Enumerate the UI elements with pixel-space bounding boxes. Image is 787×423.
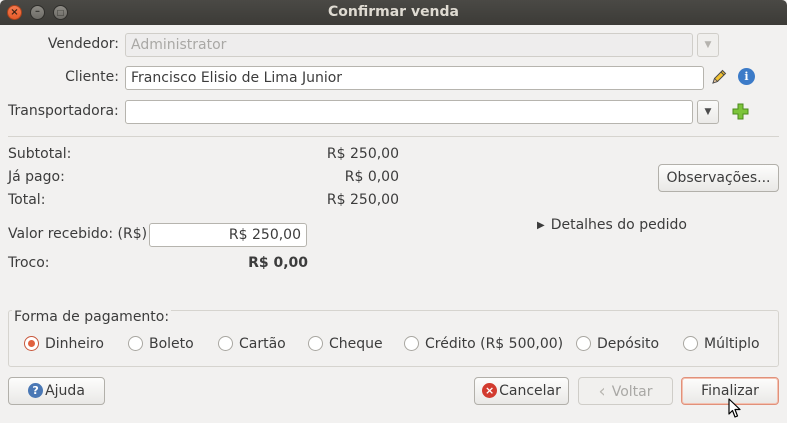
payment-option-label: Cheque (329, 336, 383, 352)
cancel-icon: × (482, 382, 498, 398)
chevron-down-icon: ▼ (704, 40, 712, 50)
transportadora-label: Transportadora: (8, 103, 119, 119)
radio-icon (683, 335, 698, 351)
transportadora-dropdown-button[interactable]: ▼ (697, 100, 719, 124)
payment-frame-title: Forma de pagamento: (12, 309, 172, 325)
help-icon: ? (28, 382, 44, 398)
add-transportadora-button[interactable] (731, 102, 750, 121)
troco-label: Troco: (8, 255, 50, 271)
voltar-button[interactable]: ‹ Voltar (578, 377, 673, 405)
subtotal-label: Subtotal: (8, 146, 72, 162)
cancelar-button[interactable]: × Cancelar (474, 377, 569, 405)
radio-selected-icon (24, 335, 39, 351)
ajuda-button[interactable]: ? Ajuda (8, 377, 105, 405)
troco-value: R$ 0,00 (248, 255, 308, 271)
vendedor-label: Vendedor: (47, 36, 119, 52)
total-value: R$ 250,00 (326, 192, 399, 208)
pencil-icon (712, 69, 727, 84)
detalhes-label: Detalhes do pedido (550, 217, 687, 233)
payment-option-multiplo[interactable]: Múltiplo (683, 335, 760, 354)
radio-icon (218, 335, 233, 351)
payment-option-label: Boleto (149, 336, 194, 352)
radio-icon (308, 335, 323, 351)
ajuda-label: Ajuda (45, 383, 85, 399)
window-titlebar: × – □ Confirmar venda (0, 0, 787, 25)
cliente-label: Cliente: (65, 69, 119, 85)
info-icon: i (738, 68, 755, 85)
cancelar-label: Cancelar (499, 383, 561, 399)
voltar-label: Voltar (611, 384, 653, 400)
radio-icon (128, 335, 143, 351)
payment-option-label: Cartão (239, 336, 286, 352)
chevron-down-icon: ▼ (704, 107, 712, 117)
valor-recebido-label: Valor recebido: (R$) (8, 226, 148, 242)
payment-option-deposito[interactable]: Depósito (576, 335, 660, 354)
plus-icon (732, 103, 749, 120)
vendedor-combo-field: Administrator (125, 33, 693, 57)
payment-option-label: Depósito (597, 336, 660, 352)
separator (8, 136, 779, 137)
payment-option-label: Múltiplo (704, 336, 760, 352)
valor-recebido-input[interactable]: R$ 250,00 (149, 223, 307, 247)
edit-client-button[interactable] (710, 68, 728, 86)
ja-pago-label: Já pago: (8, 169, 65, 185)
payment-option-boleto[interactable]: Boleto (128, 335, 194, 354)
window-title: Confirmar venda (327, 4, 459, 20)
mouse-cursor-icon (728, 398, 741, 418)
radio-icon (576, 335, 591, 351)
payment-option-cheque[interactable]: Cheque (308, 335, 383, 354)
payment-option-dinheiro[interactable]: Dinheiro (24, 335, 104, 354)
client-info-button[interactable]: i (738, 68, 757, 86)
transportadora-input[interactable] (125, 100, 693, 124)
payment-option-label: Crédito (R$ 500,00) (425, 336, 564, 352)
payment-option-credito[interactable]: Crédito (R$ 500,00) (404, 335, 564, 354)
subtotal-value: R$ 250,00 (326, 146, 399, 162)
back-arrow-icon: ‹ (598, 381, 606, 402)
cliente-input[interactable]: Francisco Elisio de Lima Junior (125, 66, 704, 90)
vendedor-dropdown-button: ▼ (697, 33, 719, 57)
radio-icon (404, 335, 419, 351)
ja-pago-value: R$ 0,00 (344, 169, 399, 185)
detalhes-do-pedido-expander[interactable]: ▶ Detalhes do pedido (537, 217, 687, 233)
payment-option-cartao[interactable]: Cartão (218, 335, 286, 354)
expander-arrow-icon: ▶ (537, 220, 545, 231)
total-label: Total: (8, 192, 46, 208)
observacoes-button[interactable]: Observações... (658, 164, 779, 192)
payment-option-label: Dinheiro (45, 336, 104, 352)
